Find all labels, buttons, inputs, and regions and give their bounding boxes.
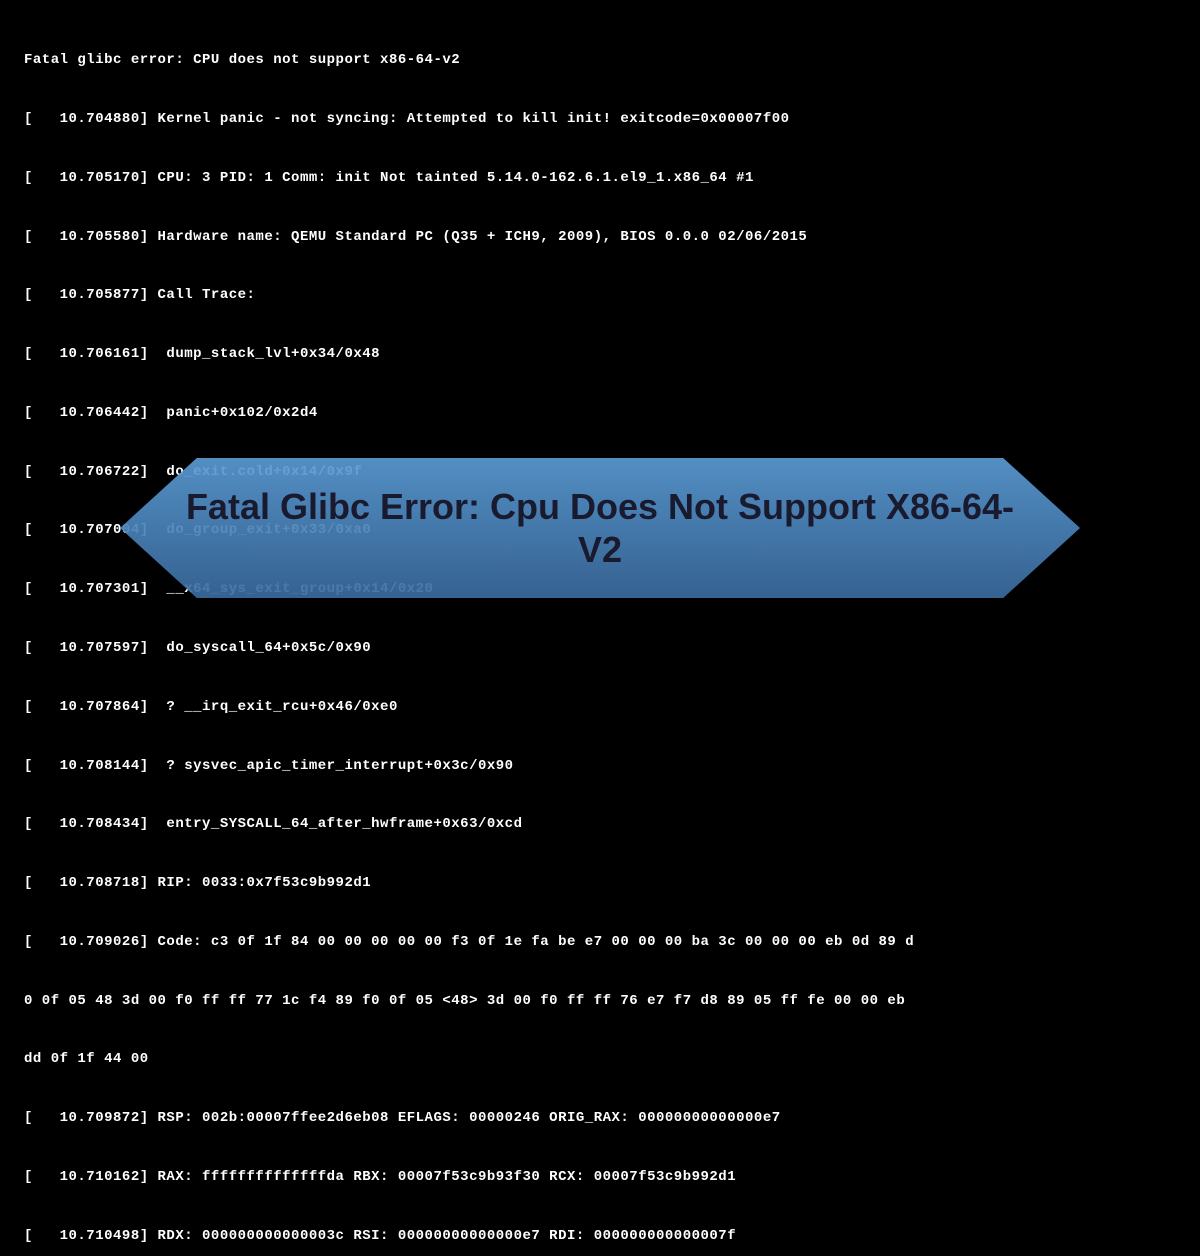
terminal-line: [ 10.705877] Call Trace: <box>24 286 1176 306</box>
banner-text: Fatal Glibc Error: Cpu Does Not Support … <box>120 485 1080 571</box>
terminal-line: Fatal glibc error: CPU does not support … <box>24 51 1176 71</box>
terminal-line: [ 10.707597] do_syscall_64+0x5c/0x90 <box>24 639 1176 659</box>
terminal-line: [ 10.708718] RIP: 0033:0x7f53c9b992d1 <box>24 874 1176 894</box>
terminal-line: [ 10.709872] RSP: 002b:00007ffee2d6eb08 … <box>24 1109 1176 1129</box>
terminal-line: [ 10.708434] entry_SYSCALL_64_after_hwfr… <box>24 815 1176 835</box>
terminal-line: 0 0f 05 48 3d 00 f0 ff ff 77 1c f4 89 f0… <box>24 992 1176 1012</box>
terminal-line: [ 10.706442] panic+0x102/0x2d4 <box>24 404 1176 424</box>
terminal-line: [ 10.709026] Code: c3 0f 1f 84 00 00 00 … <box>24 933 1176 953</box>
terminal-output: Fatal glibc error: CPU does not support … <box>0 12 1200 1256</box>
terminal-line: [ 10.704880] Kernel panic - not syncing:… <box>24 110 1176 130</box>
terminal-line: dd 0f 1f 44 00 <box>24 1050 1176 1070</box>
terminal-line: [ 10.710162] RAX: ffffffffffffffda RBX: … <box>24 1168 1176 1188</box>
terminal-line: [ 10.705170] CPU: 3 PID: 1 Comm: init No… <box>24 169 1176 189</box>
terminal-line: [ 10.705580] Hardware name: QEMU Standar… <box>24 228 1176 248</box>
terminal-line: [ 10.708144] ? sysvec_apic_timer_interru… <box>24 757 1176 777</box>
terminal-line: [ 10.707864] ? __irq_exit_rcu+0x46/0xe0 <box>24 698 1176 718</box>
title-banner: Fatal Glibc Error: Cpu Does Not Support … <box>120 458 1080 598</box>
terminal-line: [ 10.706161] dump_stack_lvl+0x34/0x48 <box>24 345 1176 365</box>
terminal-line: [ 10.710498] RDX: 000000000000003c RSI: … <box>24 1227 1176 1247</box>
